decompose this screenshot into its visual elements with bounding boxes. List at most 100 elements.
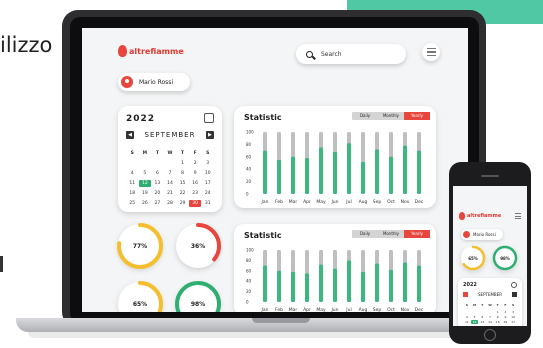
bar-dec[interactable] [417,150,421,194]
calendar-day[interactable]: 30 [188,200,202,207]
x-tick-label: Feb [275,199,283,205]
calendar-day[interactable]: 8 [176,170,189,177]
phone-user-profile-button[interactable]: Mario Rossi [461,229,503,240]
calendar-day[interactable]: 3 [509,310,517,314]
calendar-day[interactable]: 16 [189,180,202,187]
bar-feb[interactable] [277,159,281,194]
calendar-day[interactable]: 13 [478,320,486,324]
calendar-day[interactable]: 28 [164,200,177,207]
calendar-day[interactable]: 11 [463,320,471,324]
calendar-day[interactable]: 6 [478,315,486,319]
phone-home-button[interactable] [484,329,496,341]
calendar-day[interactable]: 12 [470,320,479,324]
calendar-day[interactable]: 4 [126,170,139,177]
calendar-day[interactable]: 23 [502,325,510,326]
bar-nov[interactable] [403,145,407,194]
calendar-day[interactable]: 17 [509,320,517,324]
calendar-day[interactable]: 15 [494,320,502,324]
bar-aug[interactable] [361,271,365,302]
calendar-day[interactable]: 5 [471,315,479,319]
bar-jan[interactable] [263,150,267,194]
calendar-day[interactable]: 3 [201,160,214,167]
calendar-day[interactable]: 14 [164,180,177,187]
calendar-day[interactable]: 19 [139,190,152,197]
app-logo[interactable]: altrefiamme [118,45,184,57]
calendar-day[interactable]: 20 [478,325,486,326]
bar-feb[interactable] [277,270,281,302]
search-bar[interactable]: Search [296,44,406,64]
bar-apr[interactable] [305,158,309,194]
calendar-day[interactable]: 11 [126,180,139,187]
calendar-day[interactable]: 16 [502,320,510,324]
calendar-day[interactable]: 2 [502,310,510,314]
calendar-day[interactable]: 31 [201,200,214,207]
x-tick-label: Sep [373,307,382,312]
bar-jun[interactable] [333,151,337,194]
bar-jul[interactable] [347,143,351,194]
calendar-day[interactable]: 25 [126,200,139,207]
calendar-day[interactable]: 10 [509,315,517,319]
calendar-day[interactable]: 15 [176,180,189,187]
prev-month-button[interactable] [463,292,468,297]
hamburger-menu-button[interactable] [422,43,440,61]
calendar-day[interactable]: 9 [502,315,510,319]
calendar-day[interactable]: 1 [494,310,502,314]
calendar-day[interactable]: 8 [494,315,502,319]
bar-jul[interactable] [347,260,351,302]
calendar-day[interactable]: 18 [463,325,471,326]
calendar-day[interactable]: 10 [201,170,214,177]
user-profile-button[interactable]: Mario Rossi [118,73,190,91]
phone-app-logo[interactable]: altrefiamme [459,212,501,220]
calendar-day[interactable]: 21 [486,325,494,326]
y-tick-label: 60 [246,154,252,159]
calendar-day[interactable]: 17 [201,180,214,187]
calendar-day[interactable]: 19 [471,325,479,326]
calendar-day[interactable]: 29 [176,200,189,207]
calendar-day[interactable]: 18 [126,190,139,197]
calendar-day[interactable]: 20 [151,190,164,197]
calendar-day [139,160,152,167]
bar-may[interactable] [319,264,323,302]
calendar-day[interactable]: 5 [139,170,152,177]
calendar-grid-icon[interactable] [204,113,214,123]
bar-oct[interactable] [389,156,393,194]
bar-mar[interactable] [291,156,295,194]
phone-calendar-icon[interactable] [511,282,517,288]
calendar-day[interactable]: 24 [509,325,517,326]
phone-menu-icon[interactable] [515,213,521,219]
calendar-day[interactable]: 24 [201,190,214,197]
calendar-day[interactable]: 26 [139,200,152,207]
calendar-day[interactable]: 2 [189,160,202,167]
calendar-day[interactable]: 9 [189,170,202,177]
calendar-day[interactable]: 4 [463,315,471,319]
bar-dec[interactable] [417,265,421,302]
calendar-day[interactable]: 7 [486,315,494,319]
bar-mar[interactable] [291,271,295,302]
bar-oct[interactable] [389,269,393,302]
calendar-day[interactable]: 22 [494,325,502,326]
flame-icon [118,45,127,57]
bar-nov[interactable] [403,262,407,302]
bar-sep[interactable] [375,149,379,194]
next-month-button[interactable] [511,292,517,297]
calendar-day[interactable]: 27 [151,200,164,207]
calendar-day[interactable]: 14 [486,320,494,324]
bar-jun[interactable] [333,268,337,302]
calendar-day[interactable]: 13 [151,180,164,187]
bar-aug[interactable] [361,161,365,194]
calendar-day[interactable]: 12 [138,180,152,187]
x-tick-label: Dec [415,307,424,312]
calendar-day[interactable]: 21 [164,190,177,197]
prev-month-button[interactable]: ◀ [126,131,134,139]
calendar-day[interactable]: 6 [151,170,164,177]
bar-apr[interactable] [305,273,309,302]
next-month-button[interactable]: ▶ [205,131,214,139]
bar-sep[interactable] [375,263,379,302]
calendar-day[interactable]: 1 [176,160,189,167]
bar-may[interactable] [319,147,323,195]
calendar-day[interactable]: 7 [164,170,177,177]
bar-jan[interactable] [263,265,267,302]
x-tick-label: Jul [345,199,351,205]
calendar-day[interactable]: 23 [189,190,202,197]
calendar-day[interactable]: 22 [176,190,189,197]
